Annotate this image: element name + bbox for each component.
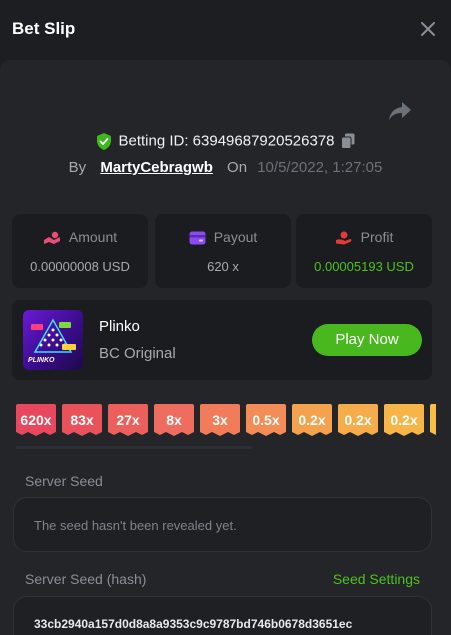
multiplier-scrollbar[interactable] xyxy=(16,446,252,449)
multiplier-label: 8x xyxy=(166,412,182,428)
amount-card: Amount 0.00000008 USD xyxy=(12,214,148,288)
seed-settings-link[interactable]: Seed Settings xyxy=(333,571,420,587)
multiplier-label: 620x xyxy=(20,412,52,428)
plinko-thumb-text: PLINKO xyxy=(28,357,55,364)
multiplier-chip: 83x xyxy=(62,404,102,436)
coins-icon xyxy=(43,232,60,245)
multiplier-chip: 0.2x xyxy=(338,404,378,436)
hand-money-icon xyxy=(335,231,352,245)
play-now-button[interactable]: Play Now xyxy=(312,324,422,356)
server-seed-label: Server Seed xyxy=(25,473,103,489)
multiplier-strip[interactable]: 620x 83x 27x 8x 3x 0.5x 0.2x 0.2x 0.2x xyxy=(16,404,436,436)
game-name: Plinko xyxy=(99,318,140,335)
multiplier-chip: 3x xyxy=(200,404,240,436)
game-subtitle: BC Original xyxy=(99,345,176,362)
server-seed-hash-label: Server Seed (hash) xyxy=(25,571,147,587)
share-icon[interactable] xyxy=(388,100,412,122)
server-seed-box: The seed hasn't been revealed yet. xyxy=(13,497,432,552)
shield-check-icon xyxy=(97,132,112,150)
profit-card: Profit 0.00005193 USD xyxy=(296,214,432,288)
multiplier-label: 83x xyxy=(70,412,94,428)
server-seed-value: The seed hasn't been revealed yet. xyxy=(34,518,237,533)
by-label: By xyxy=(68,159,87,176)
multiplier-label: 0.2x xyxy=(344,412,372,428)
amount-value: 0.00000008 USD xyxy=(30,259,130,274)
bet-slip-title: Bet Slip xyxy=(12,19,76,38)
betting-id: Betting ID: 63949687920526378 xyxy=(118,132,335,150)
multiplier-chip: 27x xyxy=(108,404,148,436)
copy-icon[interactable] xyxy=(340,133,355,150)
profit-value: 0.00005193 USD xyxy=(314,259,414,274)
plinko-thumbnail[interactable]: PLINKO xyxy=(23,310,83,370)
multiplier-chip: 620x xyxy=(16,404,56,436)
payout-value: 620 x xyxy=(207,259,239,274)
bettor-row: By MartyCebragwb On 10/5/2022, 1:27:05 xyxy=(0,159,451,176)
multiplier-label: 0.5x xyxy=(252,412,280,428)
server-seed-hash-box: 33cb2940a157d0d8a8a9353c9c9787bd746b0678… xyxy=(13,596,432,635)
payout-card: Payout 620 x xyxy=(155,214,291,288)
wallet-icon xyxy=(189,231,206,245)
amount-label: Amount xyxy=(68,229,118,245)
profit-label: Profit xyxy=(360,229,394,245)
on-label: On xyxy=(227,159,248,176)
multiplier-chip: 0.2x xyxy=(384,404,424,436)
multiplier-chip xyxy=(430,404,436,436)
betting-id-row: Betting ID: 63949687920526378 xyxy=(0,132,451,150)
payout-label: Payout xyxy=(213,229,258,245)
close-icon[interactable] xyxy=(419,20,437,38)
multiplier-chip: 0.2x xyxy=(292,404,332,436)
multiplier-label: 27x xyxy=(116,412,140,428)
username-link[interactable]: MartyCebragwb xyxy=(100,159,213,176)
game-card: PLINKO Plinko BC Original Play Now xyxy=(12,300,432,380)
multiplier-label: 0.2x xyxy=(390,412,418,428)
bet-slip-header: Bet Slip xyxy=(0,0,451,60)
bet-date: 10/5/2022, 1:27:05 xyxy=(257,159,383,176)
multiplier-chip: 0.5x xyxy=(246,404,286,436)
multiplier-chip: 8x xyxy=(154,404,194,436)
multiplier-label: 3x xyxy=(212,412,228,428)
server-seed-hash-value: 33cb2940a157d0d8a8a9353c9c9787bd746b0678… xyxy=(34,617,353,631)
multiplier-label: 0.2x xyxy=(298,412,326,428)
